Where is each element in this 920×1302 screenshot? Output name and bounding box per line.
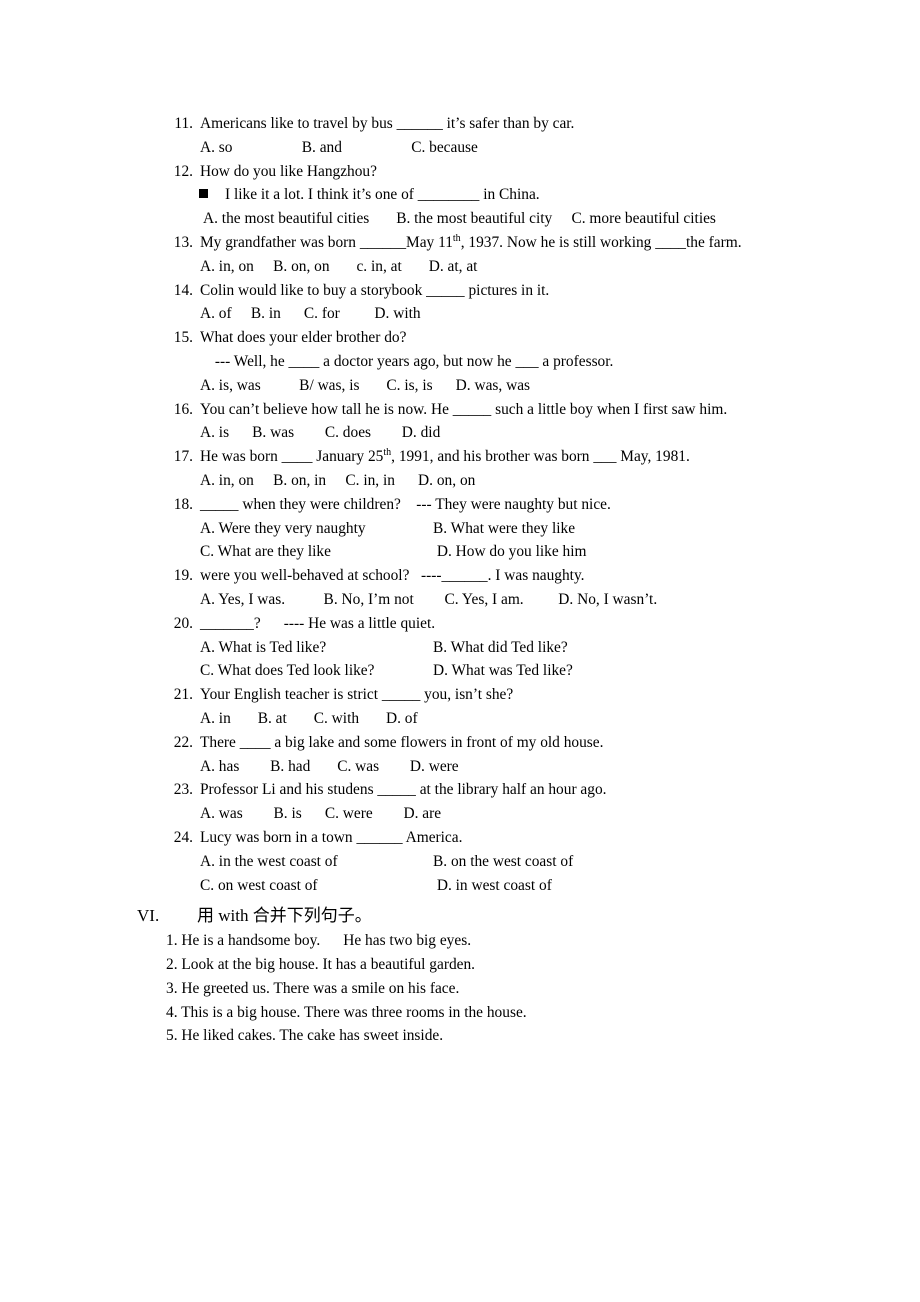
ordinal-suffix: th [452,232,461,244]
question-19-options: A. Yes, I was. B. No, I’m not C. Yes, I … [200,590,658,608]
question-24: 24. Lucy was born in a town ______ Ameri… [0,826,920,850]
question-stem: How do you like Hangzhou? [200,162,377,180]
question-20: 20. _______? ---- He was a little quiet. [0,612,920,636]
question-number: 18. [173,495,193,513]
question-15-response: --- Well, he ____ a doctor years ago, bu… [211,352,614,370]
question-number: 13. [173,233,193,251]
question-number: 23. [173,781,193,799]
question-stem: You can’t believe how tall he is now. He… [200,400,728,418]
question-11: 11. Americans like to travel by bus ____… [0,112,920,136]
question-stem: Americans like to travel by bus ______ i… [200,115,575,132]
question-stem: Your English teacher is strict _____ you… [200,686,514,704]
question-number: 11. [174,115,193,132]
question-12: 12. How do you like Hangzhou? [0,160,920,184]
question-17-options: A. in, on B. on, in C. in, in D. on, on [200,471,476,489]
question-20-options-row-2: C. What does Ted look like? D. What was … [200,659,920,683]
stem-part-1: My grandfather was born ______May 11 [200,233,453,251]
question-11-options: A. so B. and C. because [200,138,478,156]
question-stem: Lucy was born in a town ______ America. [200,828,463,846]
document-page: 11. Americans like to travel by bus ____… [0,0,920,1302]
option-c: C. What are they like [200,543,331,561]
question-14: 14. Colin would like to buy a storybook … [0,279,920,303]
question-number: 24. [173,828,193,846]
section-heading: VI. 用 with 合并下列句子。 [0,903,920,929]
document-content: 11. Americans like to travel by bus ____… [0,112,920,1048]
question-23-options: A. was B. is C. were D. are [200,805,442,823]
question-number: 22. [173,733,193,751]
question-24-options-row-1: A. in the west coast of B. on the west c… [200,850,920,874]
question-number: 21. [173,686,193,704]
stem-part-2: , 1937. Now he is still working ____the … [460,233,742,251]
question-19: 19. were you well-behaved at school? ---… [0,564,920,588]
question-23: 23. Professor Li and his studens _____ a… [0,778,920,802]
option-d: D. What was Ted like? [433,662,573,680]
question-16: 16. You can’t believe how tall he is now… [0,398,920,422]
question-17: 17. He was born ____ January 25th, 1991,… [0,445,920,469]
question-number: 17. [173,448,193,466]
option-c: C. What does Ted look like? [200,662,375,680]
question-stem: Professor Li and his studens _____ at th… [200,781,607,799]
question-number: 19. [173,567,193,585]
question-13: 13. My grandfather was born ______May 11… [0,231,920,255]
question-21-options: A. in B. at C. with D. of [200,709,418,727]
question-stem: My grandfather was born ______May 11th, … [200,231,742,255]
option-d: D. in west coast of [433,876,552,894]
question-stem: What does your elder brother do? [200,329,407,347]
question-stem: He was born ____ January 25th, 1991, and… [200,445,690,469]
question-12-response: I like it a lot. I think it’s one of ___… [199,183,920,207]
question-12-options: A. the most beautiful cities B. the most… [200,210,716,228]
option-b: B. What were they like [433,519,576,537]
question-stem: There ____ a big lake and some flowers i… [200,733,604,751]
question-number: 16. [173,400,193,418]
question-number: 14. [173,281,193,299]
question-16-options: A. is B. was C. does D. did [200,424,441,442]
question-21: 21. Your English teacher is strict _____… [0,683,920,707]
combine-item: 3. He greeted us. There was a smile on h… [166,979,460,997]
option-d: D. How do you like him [433,543,587,561]
question-13-options: A. in, on B. on, on c. in, at D. at, at [200,257,478,275]
combine-item: 5. He liked cakes. The cake has sweet in… [166,1027,444,1045]
question-15: 15. What does your elder brother do? [0,326,920,350]
question-20-options-row-1: A. What is Ted like? B. What did Ted lik… [200,636,920,660]
filled-square-bullet-icon [199,189,208,199]
stem-part-1: He was born ____ January 25 [200,448,384,466]
section-number: VI. [137,906,160,926]
question-number: 12. [173,162,193,180]
combine-item: 4. This is a big house. There was three … [166,1003,527,1021]
option-a: A. Were they very naughty [200,519,366,537]
combine-item: 2. Look at the big house. It has a beaut… [166,956,476,974]
combine-item: 1. He is a handsome boy. He has two big … [166,932,472,950]
question-24-options-row-2: C. on west coast of D. in west coast of [200,874,920,898]
option-b: B. on the west coast of [433,852,574,870]
question-stem: _____ when they were children? --- They … [200,495,611,513]
section-title: 用 with 合并下列句子。 [197,906,372,926]
question-14-options: A. of B. in C. for D. with [200,305,421,323]
option-c: C. on west coast of [200,876,318,894]
option-b: B. What did Ted like? [433,638,568,656]
question-22: 22. There ____ a big lake and some flowe… [0,731,920,755]
question-22-options: A. has B. had C. was D. were [200,757,459,775]
response-text: I like it a lot. I think it’s one of ___… [225,186,540,204]
question-15-options: A. is, was B/ was, is C. is, is D. was, … [200,376,531,394]
question-stem: Colin would like to buy a storybook ____… [200,281,550,299]
question-stem: _______? ---- He was a little quiet. [200,614,436,632]
question-stem: were you well-behaved at school? ----___… [200,567,585,585]
question-number: 15. [173,329,193,347]
option-a: A. What is Ted like? [200,638,327,656]
option-a: A. in the west coast of [200,852,338,870]
question-18-options-row-2: C. What are they like D. How do you like… [200,540,920,564]
stem-part-2: , 1991, and his brother was born ___ May… [391,448,690,466]
ordinal-suffix: th [383,447,392,459]
question-18: 18. _____ when they were children? --- T… [0,493,920,517]
question-number: 20. [173,614,193,632]
question-18-options-row-1: A. Were they very naughty B. What were t… [200,517,920,541]
